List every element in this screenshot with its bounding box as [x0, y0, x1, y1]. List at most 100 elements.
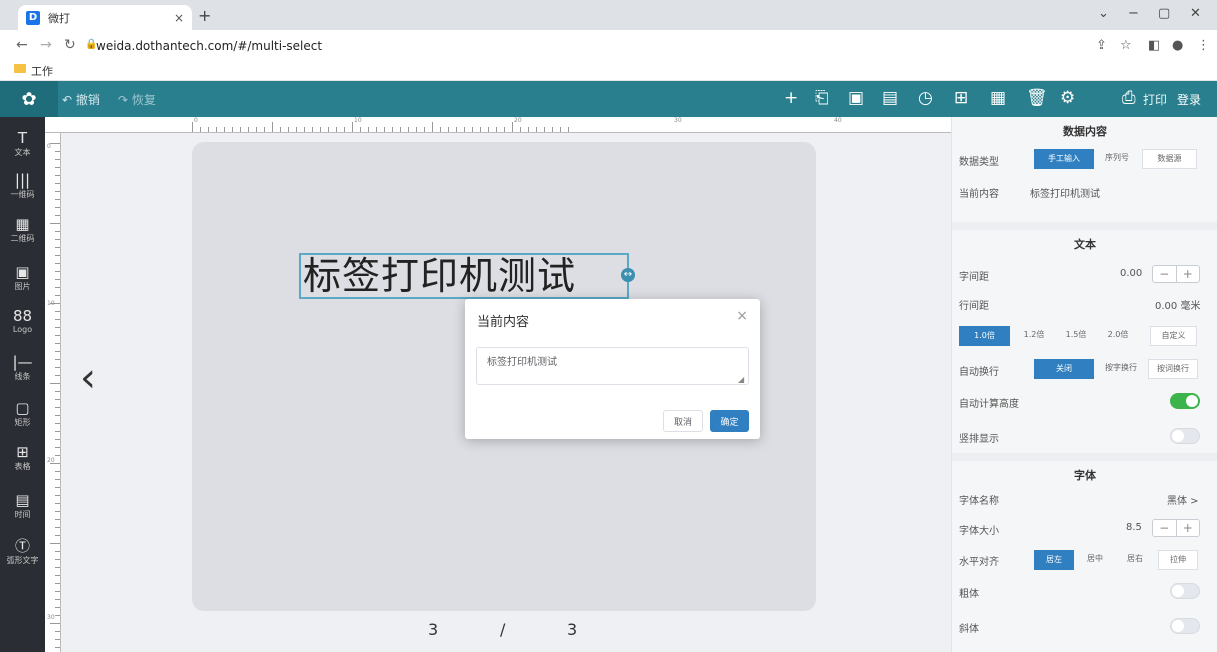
profile-avatar-icon[interactable]: ● — [1172, 38, 1183, 53]
line-spacing-value[interactable]: 0.00 毫米 — [1155, 297, 1200, 312]
ruler-tick — [55, 559, 60, 560]
back-icon[interactable]: ← — [16, 37, 28, 53]
ruler-tick — [336, 127, 337, 132]
sidebar-item-arc-text[interactable]: Ⓣ 弧形文字 — [0, 537, 45, 566]
sidebar-item-barcode[interactable]: ||| 一维码 — [0, 171, 45, 200]
maximize-button[interactable]: ▢ — [1158, 6, 1170, 21]
close-icon[interactable]: × — [736, 308, 748, 324]
line-spacing-1-2x[interactable]: 1.2倍 — [1014, 326, 1054, 346]
plus-icon[interactable]: + — [1177, 520, 1200, 536]
template-icon[interactable]: ▦ — [990, 88, 1006, 108]
char-spacing-value[interactable]: 0.00 — [1120, 268, 1142, 279]
wrap-off[interactable]: 关闭 — [1034, 359, 1094, 379]
bookmark-folder-work[interactable]: 工作 — [31, 63, 53, 79]
font-size-value[interactable]: 8.5 — [1126, 522, 1142, 533]
plus-icon[interactable]: + — [1177, 266, 1200, 282]
char-spacing-stepper[interactable]: − + — [1152, 265, 1200, 283]
sidebar-item-qrcode[interactable]: ▦ 二维码 — [0, 215, 45, 244]
close-window-button[interactable]: ✕ — [1190, 6, 1201, 21]
dialog-title: 当前内容 — [477, 315, 530, 330]
ruler-tick — [55, 151, 60, 152]
redo-button[interactable]: ↷ 恢复 — [118, 91, 156, 108]
bookmarks-bar: 工作 — [0, 60, 1217, 81]
rotate-handle-icon[interactable]: ↔ — [621, 268, 635, 282]
halign-left[interactable]: 居左 — [1034, 550, 1074, 570]
tab-search-icon[interactable]: ⌄ — [1098, 6, 1109, 21]
ruler-tick — [55, 263, 60, 264]
line-icon: |— — [12, 353, 33, 371]
url-field[interactable]: weida.dothantech.com/#/multi-select — [96, 39, 322, 53]
data-type-manual[interactable]: 手工输入 — [1034, 149, 1094, 169]
minus-icon[interactable]: − — [1153, 266, 1177, 282]
rectangle-icon: ▢ — [15, 399, 30, 417]
line-spacing-1-5x[interactable]: 1.5倍 — [1056, 326, 1096, 346]
reload-icon[interactable]: ↻ — [64, 37, 76, 53]
multi-select-icon[interactable]: ⊞ — [954, 88, 968, 108]
auto-height-label: 自动计算高度 — [959, 399, 1019, 410]
font-name-value[interactable]: 黑体 > — [1167, 492, 1199, 507]
properties-panel: 数据内容 数据类型 手工输入 序列号 数据源 当前内容 标签打印机测试 文本 字… — [951, 117, 1217, 652]
login-button[interactable]: 登录 — [1177, 91, 1201, 108]
ruler-tick — [55, 479, 60, 480]
sidebar-item-time[interactable]: ▤ 时间 — [0, 491, 45, 520]
italic-toggle[interactable] — [1170, 618, 1200, 634]
sidebar-item-text[interactable]: T 文本 — [0, 129, 45, 158]
confirm-button[interactable]: 确定 — [710, 410, 749, 432]
resize-grip-icon[interactable]: ◢ — [738, 375, 744, 384]
sidebar-item-rectangle[interactable]: ▢ 矩形 — [0, 399, 45, 428]
ruler-tick — [55, 575, 60, 576]
settings-icon[interactable]: ⚙ — [1060, 88, 1075, 108]
save-as-icon[interactable]: ▤ — [882, 88, 898, 108]
ruler-number: 20 — [514, 117, 522, 124]
current-content-value[interactable]: 标签打印机测试 — [1030, 185, 1100, 200]
prev-page-arrow[interactable]: ‹ — [80, 355, 96, 401]
halign-right[interactable]: 居右 — [1116, 550, 1154, 570]
browser-tab[interactable]: D 微打 × — [18, 5, 192, 30]
vertical-toggle[interactable] — [1170, 428, 1200, 444]
sidebar-item-table[interactable]: ⊞ 表格 — [0, 443, 45, 472]
open-file-icon[interactable]: ⎗ — [815, 88, 829, 108]
ruler-tick — [504, 127, 505, 132]
sidebar-item-logo[interactable]: 88 Logo — [0, 307, 45, 334]
label-text-element[interactable]: 标签打印机测试 — [299, 253, 629, 299]
content-textarea[interactable]: 标签打印机测试 — [476, 347, 749, 385]
wrap-by-word[interactable]: 按词换行 — [1148, 359, 1198, 379]
font-size-stepper[interactable]: − + — [1152, 519, 1200, 537]
cancel-button[interactable]: 取消 — [663, 410, 703, 432]
share-icon[interactable]: ⇪ — [1096, 38, 1107, 53]
undo-button[interactable]: ↶ 撤销 — [62, 91, 100, 108]
data-type-serial[interactable]: 序列号 — [1094, 149, 1140, 169]
bold-toggle[interactable] — [1170, 583, 1200, 599]
section-divider — [952, 453, 1217, 461]
halign-stretch[interactable]: 拉伸 — [1158, 550, 1198, 570]
logo-icon: 88 — [12, 307, 33, 325]
print-button[interactable]: 打印 — [1143, 91, 1167, 108]
redo-icon: ↷ — [118, 93, 132, 107]
sidebar-item-line[interactable]: |— 线条 — [0, 353, 45, 382]
line-spacing-2x[interactable]: 2.0倍 — [1098, 326, 1138, 346]
forward-icon[interactable]: → — [40, 37, 52, 53]
printer-icon[interactable]: ⎙ — [1122, 88, 1136, 108]
minus-icon[interactable]: − — [1153, 520, 1177, 536]
line-spacing-custom[interactable]: 自定义 — [1150, 326, 1197, 346]
ruler-tick — [456, 127, 457, 132]
new-label-icon[interactable]: + — [784, 88, 798, 108]
auto-height-toggle[interactable] — [1170, 393, 1200, 409]
line-spacing-1x[interactable]: 1.0倍 — [959, 326, 1010, 346]
wrap-by-char[interactable]: 按字换行 — [1096, 359, 1146, 379]
delete-icon[interactable]: 🗑 — [1026, 88, 1048, 108]
halign-center[interactable]: 居中 — [1076, 550, 1114, 570]
bookmark-star-icon[interactable]: ☆ — [1120, 38, 1132, 53]
browser-menu-icon[interactable]: ⋮ — [1197, 38, 1210, 53]
history-icon[interactable]: ◷ — [918, 88, 933, 108]
minimize-button[interactable]: − — [1128, 6, 1139, 21]
save-icon[interactable]: ▣ — [848, 88, 864, 108]
char-spacing-label: 字间距 — [959, 272, 989, 283]
side-panel-icon[interactable]: ◧ — [1148, 38, 1160, 53]
tab-close-icon[interactable]: × — [174, 11, 184, 25]
sidebar-item-image[interactable]: ▣ 图片 — [0, 263, 45, 292]
new-tab-button[interactable]: + — [198, 6, 211, 25]
ruler-tick — [55, 207, 60, 208]
ruler-tick — [55, 447, 60, 448]
data-type-source[interactable]: 数据源 — [1142, 149, 1197, 169]
